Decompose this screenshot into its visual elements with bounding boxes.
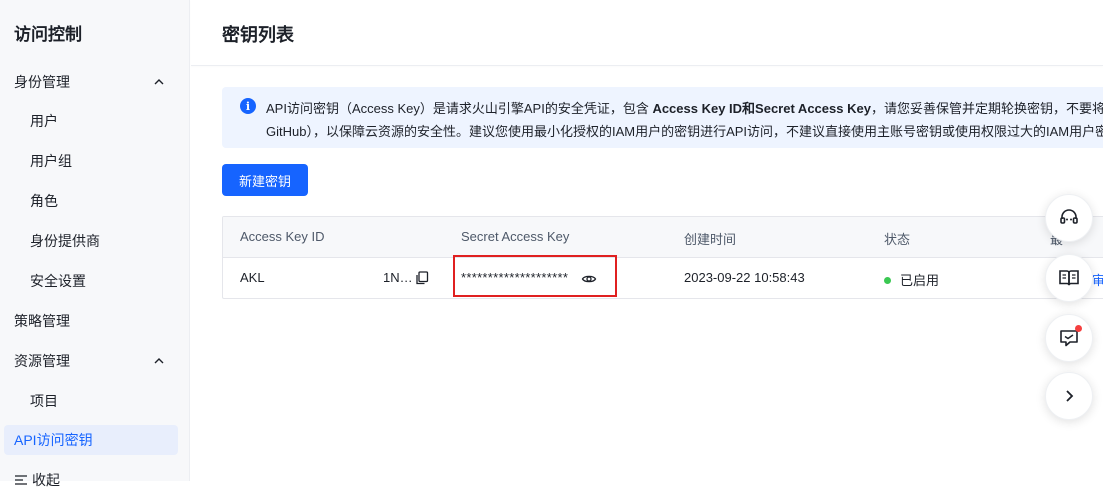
- collapse-label: 收起: [32, 472, 60, 488]
- notification-dot: [1075, 325, 1082, 332]
- info-text-bold: Access Key ID和Secret Access Key: [652, 101, 871, 116]
- sidebar-item-label: 角色: [30, 193, 58, 209]
- nav-group-label: 身份管理: [14, 74, 70, 90]
- feedback-button[interactable]: [1045, 314, 1093, 362]
- status-label: 已启用: [900, 273, 940, 288]
- sidebar-item-label: 用户组: [30, 153, 72, 169]
- chevron-right-icon: [1066, 390, 1074, 402]
- sidebar-item-user-groups[interactable]: 用户组: [0, 141, 190, 181]
- access-key-id-suffix: 1N…: [383, 270, 413, 285]
- support-button[interactable]: [1045, 194, 1093, 242]
- sidebar-collapse-partial[interactable]: 收起: [14, 470, 60, 490]
- sidebar-item-api-keys[interactable]: API访问密钥: [4, 425, 178, 455]
- created-time: 2023-09-22 10:58:43: [684, 270, 805, 285]
- info-text: API访问密钥（Access Key）是请求火山引擎API的安全凭证，包含: [266, 101, 653, 116]
- chevron-up-icon: [154, 79, 164, 85]
- nav-group-label: 资源管理: [14, 353, 70, 369]
- copy-icon[interactable]: [415, 271, 429, 285]
- table-row: AKL 1N… ******************** 2023-09-22 …: [223, 258, 1103, 298]
- chevron-up-icon: [154, 358, 164, 364]
- book-icon: [1059, 270, 1079, 286]
- sidebar-item-users[interactable]: 用户: [0, 101, 190, 141]
- app-title: 访问控制: [14, 25, 82, 44]
- column-header-status: 状态: [884, 232, 911, 247]
- nav-group-identity[interactable]: 身份管理: [0, 62, 190, 102]
- collapse-icon: [15, 475, 27, 485]
- info-text-line-1: API访问密钥（Access Key）是请求火山引擎API的安全凭证，包含 Ac…: [266, 98, 1103, 117]
- status-badge: 已启用: [884, 270, 939, 289]
- sidebar-item-identity-providers[interactable]: 身份提供商: [0, 221, 190, 261]
- status-dot-icon: [884, 277, 891, 285]
- keys-table: Access Key ID Secret Access Key 创建时间 状态 …: [222, 216, 1103, 299]
- column-header-created-time: 创建时间: [684, 232, 737, 247]
- sidebar-item-projects[interactable]: 项目: [0, 381, 190, 421]
- sidebar: 访问控制 身份管理 用户 用户组 角色 身份提供商 安全设置 策略管理 资源管理…: [0, 0, 190, 488]
- sidebar-item-label: 项目: [30, 393, 58, 409]
- sidebar-item-security-settings[interactable]: 安全设置: [0, 261, 190, 301]
- nav-group-resources[interactable]: 资源管理: [0, 341, 190, 381]
- create-key-button[interactable]: 新建密钥: [222, 164, 308, 196]
- access-key-id-prefix: AKL: [240, 270, 265, 285]
- table-header: Access Key ID Secret Access Key 创建时间 状态 …: [223, 217, 1103, 258]
- info-icon: i: [240, 98, 256, 114]
- eye-icon[interactable]: [581, 271, 597, 287]
- sidebar-item-label: 安全设置: [30, 273, 86, 289]
- nav-group-policies[interactable]: 策略管理: [0, 301, 190, 341]
- sidebar-item-label: 身份提供商: [30, 233, 100, 249]
- secret-access-key-masked: ********************: [461, 270, 569, 285]
- sidebar-item-label: API访问密钥: [14, 432, 93, 448]
- info-banner: i API访问密钥（Access Key）是请求火山引擎API的安全凭证，包含 …: [222, 87, 1103, 148]
- column-header-access-key-id: Access Key ID: [240, 229, 325, 244]
- page-header: [191, 0, 1103, 66]
- nav-group-label: 策略管理: [14, 313, 70, 329]
- page-title: 密钥列表: [222, 25, 294, 45]
- info-text-line-2: GitHub），以保障云资源的安全性。建议您使用最小化授权的IAM用户的密钥进行…: [266, 124, 1103, 139]
- info-text: ，请您妥善保管并定期轮换密钥，不要将密钥: [870, 101, 1103, 116]
- sidebar-item-label: 用户: [30, 113, 58, 129]
- expand-button[interactable]: [1045, 372, 1093, 420]
- docs-button[interactable]: [1045, 254, 1093, 302]
- headset-icon: [1060, 209, 1078, 224]
- sidebar-item-roles[interactable]: 角色: [0, 181, 190, 221]
- action-link-partial[interactable]: 审: [1092, 270, 1103, 289]
- column-header-secret-access-key: Secret Access Key: [461, 229, 570, 244]
